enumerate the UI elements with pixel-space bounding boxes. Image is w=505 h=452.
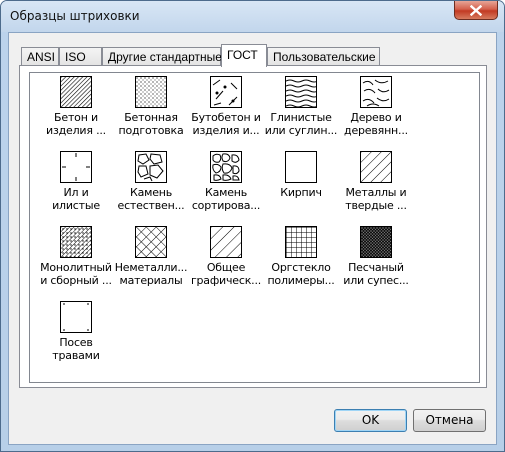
pattern-item[interactable]: Неметалли... материалы [114,226,188,287]
pattern-item[interactable]: Камень сортирова... [189,151,263,212]
pattern-label: Посев травами [52,336,100,362]
title-bar[interactable]: Образцы штриховки [1,1,504,32]
pattern-item[interactable]: Бетонная подготовка [114,76,188,137]
pattern-label: Бетон и изделия ... [46,111,106,137]
pattern-item[interactable]: Оргстекло полимеры... [264,226,338,287]
pattern-label: Бутобетон и изделия и... [191,111,261,137]
close-icon [470,4,482,16]
sand-hatch-icon [360,226,392,258]
rubble-concrete-hatch-icon [210,76,242,108]
monolithic-hatch-icon [60,226,92,258]
concrete-hatch-icon [60,76,92,108]
pattern-label: Камень естествен... [117,186,185,212]
pattern-item[interactable]: Камень естествен... [114,151,188,212]
silt-hatch-icon [60,151,92,183]
pattern-label: Камень сортирова... [191,186,261,212]
pattern-item[interactable]: Посев травами [39,301,113,362]
tab-ansi[interactable]: ANSI [21,47,59,66]
dialog-window: Образцы штриховки ANSI ISO Другие станда… [0,0,505,452]
cancel-button[interactable]: Отмена [413,409,486,432]
window-title: Образцы штриховки [10,9,140,23]
pattern-label: Монолитный и сборный ... [40,261,112,287]
nonmetal-crosshatch-icon [135,226,167,258]
sorted-stone-hatch-icon [210,151,242,183]
pattern-item[interactable]: Бутобетон и изделия и... [189,76,263,137]
clay-hatch-icon [285,76,317,108]
pattern-label: Общее графическ... [190,261,262,287]
pattern-item[interactable]: Бетон и изделия ... [39,76,113,137]
tab-other-standards[interactable]: Другие стандартные [102,47,222,66]
pattern-item[interactable]: Кирпич [264,151,338,212]
close-button[interactable] [454,1,498,20]
pattern-label: Неметалли... материалы [114,261,188,287]
natural-stone-hatch-icon [135,151,167,183]
tab-gost[interactable]: ГОСТ [221,44,267,67]
pattern-label: Глинистые или суглин... [264,111,338,137]
metal-hatch-icon [360,151,392,183]
pattern-label: Дерево и деревянн... [344,111,408,137]
general-hatch-icon [210,226,242,258]
brick-hatch-icon [285,151,317,183]
pattern-item[interactable]: Монолитный и сборный ... [39,226,113,287]
tab-panel: Бетон и изделия ... Бетонная подготовка [19,65,487,388]
wood-hatch-icon [360,76,392,108]
pattern-label: Кирпич [280,186,322,199]
pattern-item[interactable]: Дерево и деревянн... [339,76,413,137]
dotted-concrete-hatch-icon [135,76,167,108]
pattern-item[interactable]: Общее графическ... [189,226,263,287]
grass-seeding-hatch-icon [60,301,92,333]
pattern-item[interactable]: Ил и илистые грунты [39,151,113,212]
plexiglass-grid-icon [285,226,317,258]
pattern-grid: Бетон и изделия ... Бетонная подготовка [29,72,480,383]
pattern-label: Песчаный или супес... [343,261,409,287]
pattern-label: Оргстекло полимеры... [267,261,335,287]
tab-iso[interactable]: ISO [59,47,102,66]
pattern-label: Бетонная подготовка [118,111,184,137]
pattern-label: Металлы и твердые ... [345,186,407,212]
pattern-item[interactable]: Металлы и твердые ... [339,151,413,212]
pattern-label: Ил и илистые грунты [52,186,100,212]
pattern-item[interactable]: Глинистые или суглин... [264,76,338,137]
tab-custom[interactable]: Пользовательские [267,47,380,66]
ok-button[interactable]: OK [334,409,407,432]
pattern-item[interactable]: Песчаный или супес... [339,226,413,287]
dialog-client: ANSI ISO Другие стандартные ГОСТ Пользов… [8,32,497,445]
